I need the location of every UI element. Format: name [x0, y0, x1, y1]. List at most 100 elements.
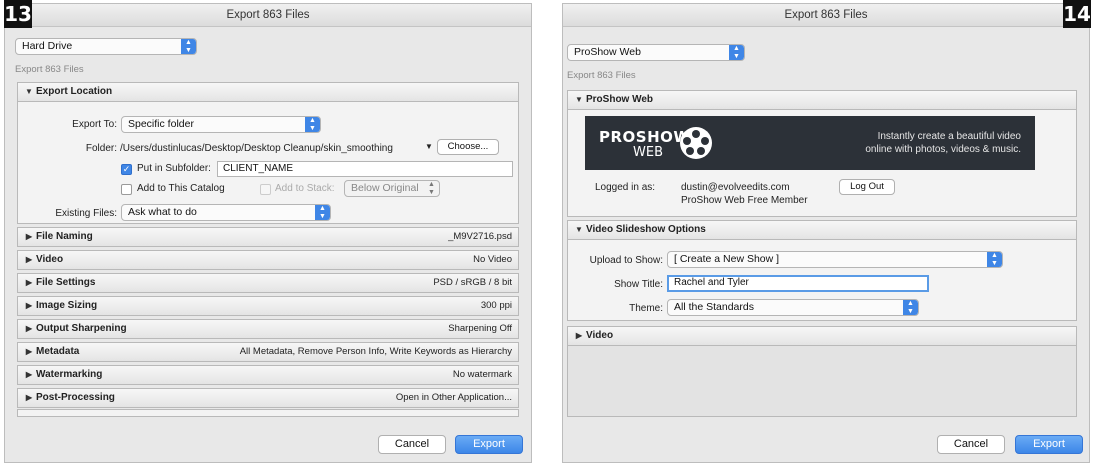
upload-to-show-value: [ Create a New Show ] [674, 253, 780, 265]
section-title: Video [36, 254, 64, 265]
export-button[interactable]: Export [455, 435, 523, 454]
cancel-button[interactable]: Cancel [378, 435, 446, 454]
preset-dropdown[interactable]: ProShow Web ▲ ▼ [567, 44, 745, 61]
section-summary: 300 ppi [480, 300, 512, 311]
proshow-tagline: Instantly create a beautiful video onlin… [865, 130, 1021, 156]
empty-scroll-area [567, 345, 1077, 417]
section-watermarking[interactable]: ▶ Watermarking No watermark [17, 365, 519, 385]
section-title: Output Sharpening [36, 323, 127, 334]
section-video-collapsed[interactable]: ▶ Video [567, 326, 1077, 346]
section-summary: _M9V2716.psd [448, 231, 512, 242]
section-title: Image Sizing [36, 300, 98, 311]
preset-dropdown[interactable]: Hard Drive ▲ ▼ [15, 38, 197, 55]
section-image-sizing[interactable]: ▶ Image Sizing 300 ppi [17, 296, 519, 316]
section-summary: All Metadata, Remove Person Info, Write … [239, 346, 512, 357]
existing-files-dropdown[interactable]: Ask what to do ▲ ▼ [121, 204, 331, 221]
section-title: Video [586, 330, 614, 341]
section-title: File Naming [36, 231, 93, 242]
export-dialog-13: Export 863 Files Hard Drive ▲ ▼ Export 86… [4, 3, 532, 463]
export-button[interactable]: Export [1015, 435, 1083, 454]
disclosure-closed-icon: ▶ [25, 370, 33, 379]
preset-value: ProShow Web [574, 46, 641, 58]
log-out-button[interactable]: Log Out [839, 179, 895, 195]
section-file-naming[interactable]: ▶ File Naming _M9V2716.psd [17, 227, 519, 247]
disclosure-closed-icon: ▶ [25, 301, 33, 310]
tagline-line-1: Instantly create a beautiful video [877, 131, 1021, 142]
chevron-updown-icon: ▲ ▼ [181, 39, 196, 54]
section-summary: No watermark [452, 369, 512, 380]
account-tier: ProShow Web Free Member [681, 195, 808, 206]
choose-button[interactable]: Choose... [437, 139, 499, 155]
section-file-settings[interactable]: ▶ File Settings PSD / sRGB / 8 bit [17, 273, 519, 293]
tagline-line-2: online with photos, videos & music. [865, 144, 1021, 155]
section-title: ProShow Web [586, 94, 654, 105]
chevron-updown-icon: ▲ ▼ [315, 205, 330, 220]
section-summary: Sharpening Off [448, 323, 512, 334]
disclosure-closed-icon: ▶ [25, 324, 33, 333]
show-title-label: Show Title: [614, 279, 663, 290]
subfolder-name-field[interactable]: CLIENT_NAME [217, 161, 513, 177]
section-slideshow-header[interactable]: ▼ Video Slideshow Options [567, 220, 1077, 240]
add-to-stack-checkbox[interactable] [260, 184, 271, 195]
proshow-logo-sub: WEB [633, 145, 663, 160]
dialog-subtitle: Export 863 Files [567, 70, 636, 81]
section-title: File Settings [36, 277, 96, 288]
section-title: Video Slideshow Options [586, 224, 706, 235]
cancel-button[interactable]: Cancel [937, 435, 1005, 454]
upload-to-show-label: Upload to Show: [589, 255, 663, 266]
section-post-processing[interactable]: ▶ Post-Processing Open in Other Applicati… [17, 388, 519, 408]
step-badge: 14 [1063, 0, 1091, 28]
upload-to-show-dropdown[interactable]: [ Create a New Show ] ▲ ▼ [667, 251, 1003, 268]
disclosure-closed-icon: ▶ [25, 278, 33, 287]
section-output-sharpening[interactable]: ▶ Output Sharpening Sharpening Off [17, 319, 519, 339]
logged-in-label: Logged in as: [595, 182, 656, 193]
existing-files-value: Ask what to do [128, 206, 197, 218]
show-title-field[interactable]: Rachel and Tyler [667, 275, 929, 292]
chevron-updown-icon: ▲ ▼ [428, 180, 435, 196]
section-proshow-header[interactable]: ▼ ProShow Web [567, 90, 1077, 110]
section-title: Watermarking [36, 369, 103, 380]
chevron-updown-icon: ▲ ▼ [305, 117, 320, 132]
disclosure-closed-icon: ▶ [25, 347, 33, 356]
export-to-dropdown[interactable]: Specific folder ▲ ▼ [121, 116, 321, 133]
folder-label: Folder: [85, 143, 117, 154]
export-dialog-14: Export 863 Files ProShow Web ▲ ▼ Export 8… [562, 3, 1090, 463]
section-summary: PSD / sRGB / 8 bit [433, 277, 512, 288]
stack-position-value: Below Original [351, 182, 419, 194]
section-summary: No Video [473, 254, 512, 265]
disclosure-closed-icon: ▶ [25, 393, 33, 402]
put-in-subfolder-label: Put in Subfolder: [137, 163, 211, 174]
section-title: Post-Processing [36, 392, 115, 403]
disclosure-closed-icon: ▶ [25, 255, 33, 264]
proshow-banner: PROSHOW WEB Instantly create a beautiful… [585, 116, 1035, 170]
account-email: dustin@evolveedits.com [681, 182, 790, 193]
section-title: Export Location [36, 86, 113, 97]
chevron-updown-icon: ▲ ▼ [729, 45, 744, 60]
film-reel-icon [680, 127, 712, 159]
existing-files-label: Existing Files: [55, 208, 117, 219]
disclosure-open-icon: ▼ [575, 225, 583, 234]
stack-position-dropdown[interactable]: Below Original ▲ ▼ [344, 180, 440, 197]
section-metadata[interactable]: ▶ Metadata All Metadata, Remove Person In… [17, 342, 519, 362]
theme-label: Theme: [629, 303, 663, 314]
chevron-updown-icon: ▲ ▼ [903, 300, 918, 315]
disclosure-closed-icon: ▶ [25, 232, 33, 241]
folder-history-chevron-icon[interactable]: ▼ [425, 142, 433, 151]
add-to-catalog-checkbox[interactable] [121, 184, 132, 195]
disclosure-open-icon: ▼ [25, 87, 33, 96]
section-title: Metadata [36, 346, 80, 357]
export-to-value: Specific folder [128, 118, 194, 130]
folder-path: /Users/dustinlucas/Desktop/Desktop Clean… [120, 143, 393, 154]
section-export-location-header[interactable]: ▼ Export Location [17, 82, 519, 102]
disclosure-open-icon: ▼ [575, 95, 583, 104]
dialog-subtitle: Export 863 Files [15, 64, 84, 75]
add-to-stack-label: Add to Stack: [275, 183, 335, 194]
add-to-catalog-label: Add to This Catalog [137, 183, 225, 194]
window-title: Export 863 Files [5, 4, 531, 27]
put-in-subfolder-checkbox[interactable]: ✓ [121, 164, 132, 175]
theme-dropdown[interactable]: All the Standards ▲ ▼ [667, 299, 919, 316]
section-video[interactable]: ▶ Video No Video [17, 250, 519, 270]
theme-value: All the Standards [674, 301, 754, 313]
section-summary: Open in Other Application... [395, 392, 512, 403]
disclosure-closed-icon: ▶ [575, 331, 583, 340]
